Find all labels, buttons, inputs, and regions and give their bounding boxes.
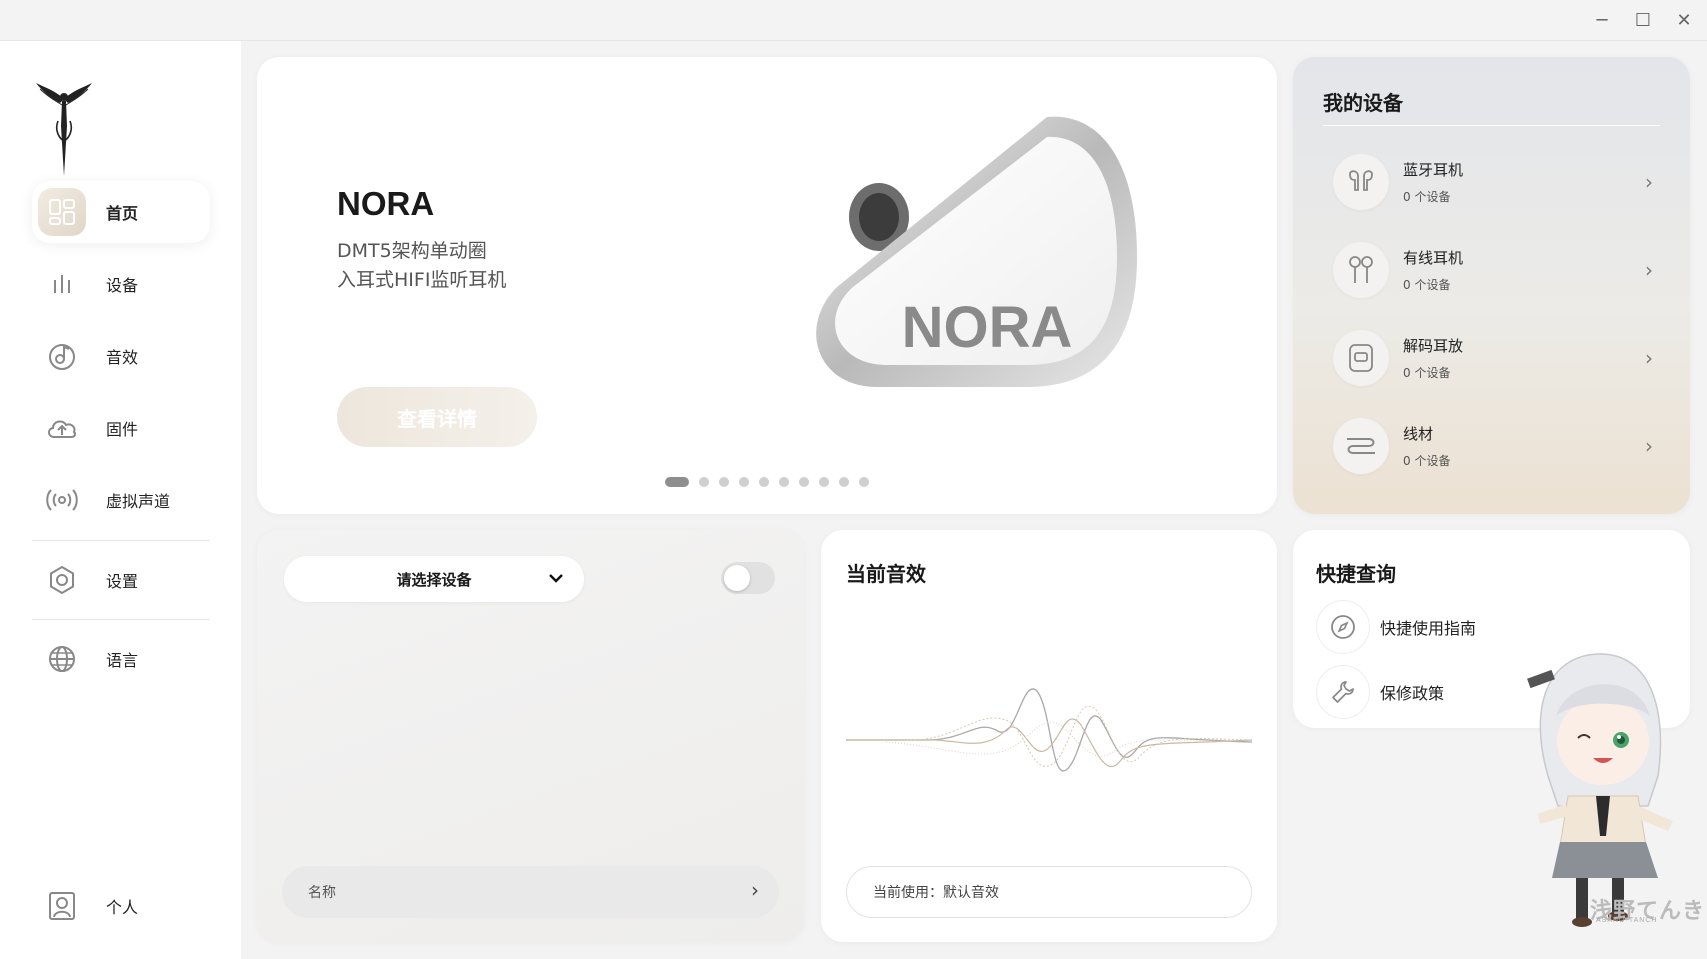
- product-subtitle-line1: DMT5架构单动圈: [337, 240, 487, 262]
- warranty-policy-label: 保修政策: [1380, 684, 1445, 703]
- nav-language-label: 语言: [106, 651, 139, 670]
- user-profile-icon: [38, 882, 86, 930]
- nav-devices-label: 设备: [106, 276, 139, 295]
- broadcast-icon: [38, 476, 86, 524]
- device-category-name: 解码耳放: [1403, 337, 1464, 355]
- current-effect-label: 当前使用：: [873, 885, 943, 901]
- product-logo-text: NORA: [902, 295, 1073, 360]
- product-title: NORA: [337, 185, 435, 222]
- device-category-dac-amp[interactable]: 解码耳放 0 个设备 ›: [1333, 328, 1653, 388]
- nav-virtual-surround-label: 虚拟声道: [106, 492, 171, 511]
- device-category-count: 0 个设备: [1403, 190, 1451, 204]
- earbuds-icon: [1333, 154, 1389, 210]
- nav-profile[interactable]: 个人: [32, 875, 210, 937]
- nav-settings[interactable]: 设置: [32, 549, 210, 611]
- carousel-dot[interactable]: [759, 477, 769, 487]
- compass-icon: [1316, 600, 1370, 654]
- chevron-right-icon: ›: [1645, 346, 1653, 370]
- carousel-dot[interactable]: [799, 477, 809, 487]
- nav-profile-label: 个人: [106, 898, 139, 917]
- nav-devices[interactable]: 设备: [32, 253, 210, 315]
- quick-query-title: 快捷查询: [1316, 562, 1396, 586]
- device-category-wired[interactable]: 有线耳机 0 个设备 ›: [1333, 240, 1653, 300]
- device-select-label: 请选择设备: [396, 570, 472, 589]
- wrench-icon: [1316, 665, 1370, 719]
- cable-icon: [1333, 418, 1389, 474]
- chevron-down-icon: [549, 574, 563, 583]
- chevron-right-icon: ›: [1645, 434, 1653, 458]
- sidebar: 首页 设备 音效 固件 虚拟声道 设置 语言 个人: [0, 41, 241, 959]
- device-category-name: 有线耳机: [1403, 249, 1464, 267]
- current-effect-row[interactable]: 当前使用： 默认音效: [846, 866, 1252, 918]
- minimize-button[interactable]: ─: [1589, 8, 1615, 34]
- product-subtitle-line2: 入耳式HIFI监听耳机: [337, 269, 507, 291]
- device-category-cable[interactable]: 线材 0 个设备 ›: [1333, 416, 1653, 476]
- device-category-count: 0 个设备: [1403, 454, 1451, 468]
- chevron-right-icon: ›: [1645, 170, 1653, 194]
- device-category-count: 0 个设备: [1403, 278, 1451, 292]
- device-category-bluetooth[interactable]: 蓝牙耳机 0 个设备 ›: [1333, 152, 1653, 212]
- chevron-right-icon: ›: [751, 878, 759, 902]
- music-disc-icon: [38, 332, 86, 380]
- maximize-button[interactable]: ☐: [1630, 8, 1656, 34]
- wired-earbuds-icon: [1333, 242, 1389, 298]
- my-devices-divider: [1323, 125, 1660, 126]
- mascot-character-image: [1527, 653, 1673, 927]
- title-bar: ─ ☐ ✕: [0, 0, 1707, 41]
- sidebar-divider: [32, 619, 210, 620]
- device-category-count: 0 个设备: [1403, 366, 1451, 380]
- my-devices-title: 我的设备: [1323, 91, 1403, 115]
- device-control-panel: 请选择设备 名称 ›: [257, 530, 804, 942]
- chevron-right-icon: ›: [1645, 258, 1653, 282]
- carousel-dot[interactable]: [819, 477, 829, 487]
- device-category-name: 线材: [1403, 425, 1434, 443]
- home-dashboard-icon: [38, 188, 86, 236]
- dac-amp-icon: [1333, 330, 1389, 386]
- product-banner: NORA DMT5架构单动圈 入耳式HIFI监听耳机 查看详情 NORA: [257, 57, 1277, 514]
- device-category-name: 蓝牙耳机: [1403, 161, 1464, 179]
- current-effect-panel: 当前音效 当前使用： 默认音效: [821, 530, 1277, 942]
- hexagon-gear-icon: [38, 556, 86, 604]
- nav-virtual-surround[interactable]: 虚拟声道: [32, 469, 210, 531]
- current-effect-title: 当前音效: [846, 562, 926, 586]
- toggle-knob: [724, 565, 750, 591]
- nav-firmware-label: 固件: [106, 420, 139, 439]
- equalizer-bars-icon: [38, 260, 86, 308]
- carousel-dot[interactable]: [665, 477, 689, 487]
- device-toggle-switch[interactable]: [721, 562, 775, 594]
- nav-home-label: 首页: [106, 204, 139, 223]
- globe-icon: [38, 635, 86, 683]
- device-name-row[interactable]: 名称 ›: [282, 866, 779, 918]
- earphone-product-image: NORA: [816, 116, 1137, 388]
- nav-home[interactable]: 首页: [32, 181, 210, 243]
- carousel-dot[interactable]: [859, 477, 869, 487]
- close-button[interactable]: ✕: [1671, 8, 1697, 34]
- quick-guide-label: 快捷使用指南: [1380, 619, 1477, 638]
- nav-settings-label: 设置: [106, 572, 139, 591]
- carousel-dot[interactable]: [719, 477, 729, 487]
- nav-language[interactable]: 语言: [32, 628, 210, 690]
- carousel-dot[interactable]: [739, 477, 749, 487]
- nav-firmware[interactable]: 固件: [32, 397, 210, 459]
- sound-waveform-graphic: [846, 688, 1252, 772]
- carousel-dot[interactable]: [839, 477, 849, 487]
- device-select-dropdown[interactable]: 请选择设备: [284, 556, 584, 602]
- angel-logo-icon: [36, 83, 92, 176]
- product-subtitle: DMT5架构单动圈 入耳式HIFI监听耳机: [337, 237, 506, 295]
- current-effect-value: 默认音效: [943, 885, 999, 901]
- device-name-label: 名称: [308, 885, 336, 901]
- sidebar-divider: [32, 540, 210, 541]
- nav-sound-effects[interactable]: 音效: [32, 325, 210, 387]
- carousel-indicator: [665, 477, 879, 487]
- cloud-upload-icon: [38, 404, 86, 452]
- view-details-button[interactable]: 查看详情: [337, 387, 537, 447]
- nav-sound-effects-label: 音效: [106, 348, 139, 367]
- artist-watermark-sub: ASANO·TANCH: [1596, 917, 1658, 924]
- carousel-dot[interactable]: [779, 477, 789, 487]
- carousel-dot[interactable]: [699, 477, 709, 487]
- my-devices-panel: 我的设备 蓝牙耳机 0 个设备 › 有线耳机 0 个设备 › 解码耳放 0 个设…: [1293, 57, 1690, 514]
